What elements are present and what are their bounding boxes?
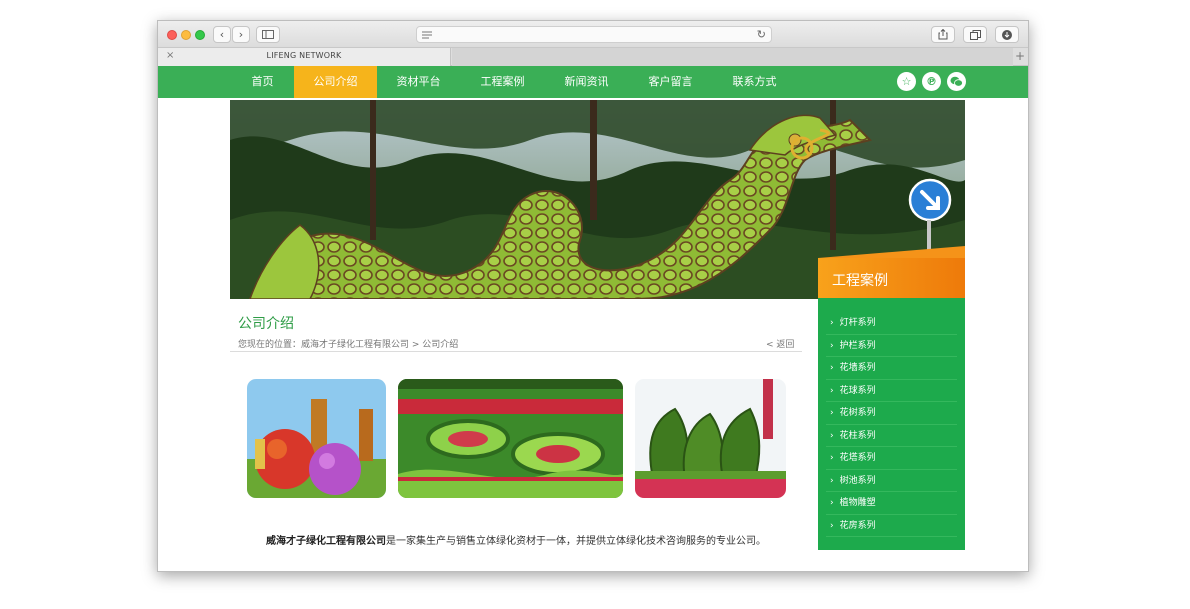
company-name: 威海才子绿化工程有限公司: [266, 536, 386, 547]
chevron-right-icon: ›: [830, 385, 834, 396]
pinterest-icon[interactable]: ℗: [922, 72, 941, 91]
chevron-right-icon: ›: [830, 318, 834, 328]
star-icon[interactable]: ☆: [897, 72, 916, 91]
sidebar-item-tree-pool[interactable]: › 树池系列: [826, 470, 957, 492]
sidebar-cases: 工程案例 › 灯杆系列 › 护栏系列 › 花墙系列 › 花球系列 › 花树系列 › 花柱系列…: [818, 246, 965, 550]
breadcrumb[interactable]: 您现在的位置：威海才子绿化工程有限公司 > 公司介绍: [238, 337, 458, 350]
title-bar: ‹ › ↻: [158, 21, 1028, 48]
back-link[interactable]: < 返回: [766, 337, 794, 350]
chevron-right-icon: ›: [830, 363, 834, 373]
close-window-button[interactable]: [167, 30, 177, 40]
company-introduction: 威海才子绿化工程有限公司是一家集生产与销售立体绿化资材于一体，并提供立体绿化技术…: [246, 531, 786, 553]
chevron-right-icon: ›: [238, 28, 244, 41]
gallery-image-topiary-bud[interactable]: [635, 379, 786, 498]
nav-item-news[interactable]: 新闻资讯: [545, 66, 628, 98]
minimize-window-button[interactable]: [181, 30, 191, 40]
sidebar-item-label: 花房系列: [839, 520, 876, 531]
sidebar-item-label: 花柱系列: [839, 430, 876, 441]
sidebar-item-flower-column[interactable]: › 花柱系列: [826, 425, 957, 447]
sidebar-item-label: 灯杆系列: [839, 318, 876, 328]
sidebar-item-flower-tower[interactable]: › 花塔系列: [826, 447, 957, 470]
sidebar-item-label: 花塔系列: [839, 453, 876, 463]
downloads-button[interactable]: [995, 26, 1019, 43]
chevron-right-icon: ›: [830, 340, 834, 351]
sidebar-item-flower-ball[interactable]: › 花球系列: [826, 380, 957, 402]
share-icon: [938, 28, 948, 40]
sidebar-item-label: 花墙系列: [839, 363, 876, 373]
sidebar-item-flower-tree[interactable]: › 花树系列: [826, 402, 957, 425]
tab-bar: × LIFENG NETWORK +: [158, 48, 1028, 66]
empty-tab-area: [452, 48, 1013, 66]
nav-item-materials[interactable]: 资材平台: [377, 66, 460, 98]
sidebar-item-guardrail[interactable]: › 护栏系列: [826, 335, 957, 357]
chevron-right-icon: ›: [830, 498, 834, 508]
wechat-icon[interactable]: [947, 72, 966, 91]
download-icon: [1002, 30, 1012, 40]
chevron-left-icon: ‹: [219, 28, 225, 41]
sidebar-item-label: 花球系列: [839, 385, 876, 396]
sidebar-item-label: 树池系列: [839, 475, 876, 486]
forward-button[interactable]: ›: [232, 26, 250, 43]
chevron-right-icon: ›: [830, 453, 834, 463]
chevron-right-icon: ›: [830, 520, 834, 531]
sidebar-item-flower-wall[interactable]: › 花墙系列: [826, 357, 957, 380]
tab-title: LIFENG NETWORK: [266, 51, 342, 60]
sidebar-item-plant-sculpture[interactable]: › 植物雕塑: [826, 492, 957, 515]
chevron-right-icon: ›: [830, 475, 834, 486]
page-title: 公司介绍: [238, 316, 294, 332]
browser-window: ‹ › ↻ × LIFENG NETWORK + 首页 公司介绍 资材平台 工程…: [157, 20, 1029, 572]
new-tab-icon[interactable]: +: [1015, 49, 1025, 63]
reader-icon[interactable]: [422, 31, 432, 41]
nav-item-home[interactable]: 首页: [221, 66, 304, 98]
zoom-window-button[interactable]: [195, 30, 205, 40]
share-button[interactable]: [931, 26, 955, 43]
sidebar-list: › 灯杆系列 › 护栏系列 › 花墙系列 › 花球系列 › 花树系列 › 花柱系列 › 花塔系…: [826, 312, 957, 537]
tabs-icon: [969, 30, 981, 40]
reload-icon[interactable]: ↻: [757, 27, 766, 43]
sidebar-item-label: 花树系列: [839, 408, 876, 418]
back-button[interactable]: ‹: [213, 26, 231, 43]
gallery-image-flower-bed[interactable]: [398, 379, 623, 498]
intro-text: 是一家集生产与销售立体绿化资材于一体，并提供立体绿化技术咨询服务的专业公司。: [386, 536, 766, 547]
sidebar-item-lamp-pole[interactable]: › 灯杆系列: [826, 312, 957, 335]
chevron-right-icon: ›: [830, 430, 834, 441]
tabs-overview-button[interactable]: [963, 26, 987, 43]
sidebar-title: 工程案例: [818, 246, 965, 298]
gallery-image-flower-balls[interactable]: [247, 379, 386, 498]
browser-tab[interactable]: × LIFENG NETWORK: [158, 48, 451, 66]
nav-item-cases[interactable]: 工程案例: [461, 66, 544, 98]
divider: [230, 351, 802, 352]
sidebar-item-label: 护栏系列: [839, 340, 876, 351]
address-bar[interactable]: ↻: [416, 26, 772, 43]
nav-item-contact[interactable]: 联系方式: [713, 66, 796, 98]
nav-item-messages[interactable]: 客户留言: [629, 66, 712, 98]
main-navigation: 首页 公司介绍 资材平台 工程案例 新闻资讯 客户留言 联系方式 ☆ ℗: [158, 66, 1028, 98]
sidebar-item-label: 植物雕塑: [839, 498, 876, 508]
sidebar-toggle-button[interactable]: [256, 26, 280, 43]
chevron-right-icon: ›: [830, 408, 834, 418]
nav-item-about[interactable]: 公司介绍: [294, 66, 377, 98]
sidebar-item-greenhouse[interactable]: › 花房系列: [826, 515, 957, 537]
sidebar-icon: [262, 30, 274, 39]
